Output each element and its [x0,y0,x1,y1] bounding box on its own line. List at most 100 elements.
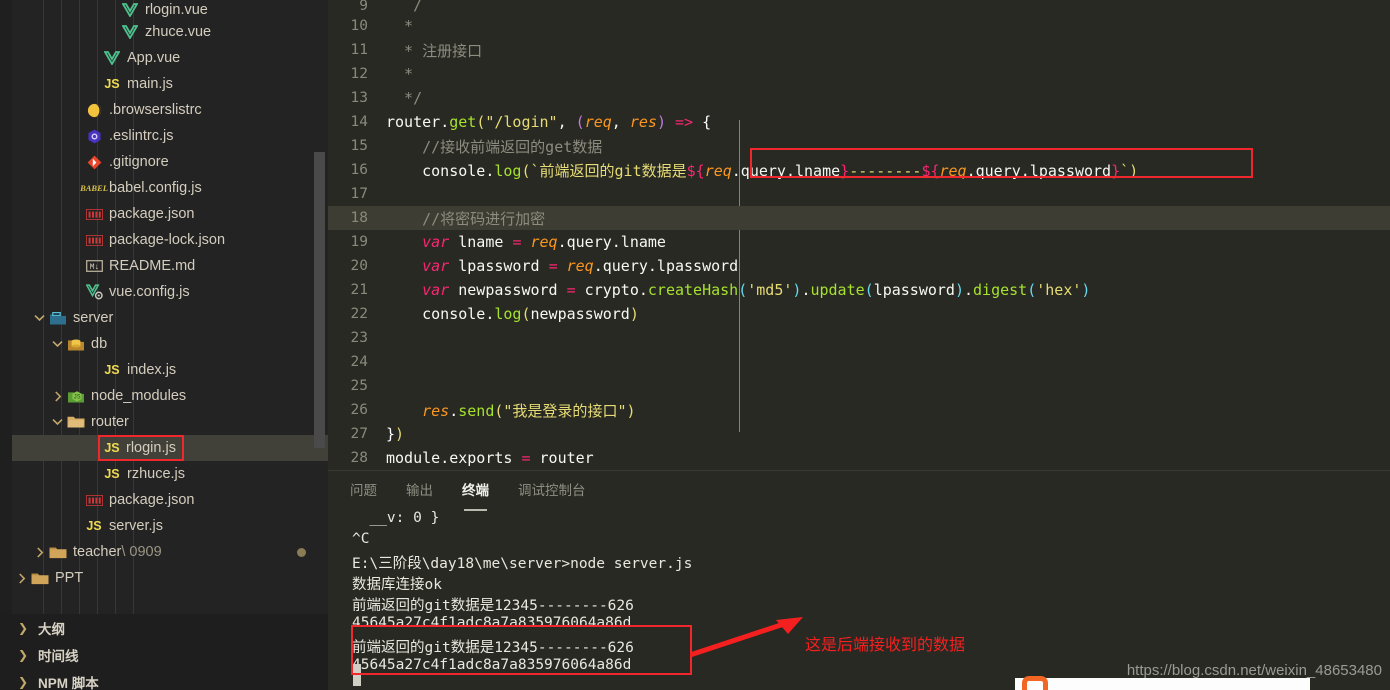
panel-tab-1[interactable]: 输出 [406,479,433,501]
sidebar-section-outline[interactable]: ❯ 大纲 [0,614,328,641]
tree-item-label: rzhuce.js [127,466,186,482]
sidebar-scrollbar[interactable] [314,152,325,448]
tree-item-index-js[interactable]: JS index.js [12,357,328,383]
code-text[interactable]: */ [386,89,422,107]
code-line[interactable]: 28 module.exports = router [328,446,1390,470]
chevron-down-icon[interactable] [31,314,48,322]
js-icon: JS [86,519,102,533]
code-line[interactable]: 27}) [328,422,1390,446]
code-text[interactable]: router.get("/login", (req, res) => { [386,113,711,131]
code-editor[interactable]: 9 /10 * 11 * 注册接口 12 * 13 */14 router.get("… [328,0,1390,470]
code-line[interactable]: 19 var lname = req.query.lname [328,230,1390,254]
chevron-down-icon[interactable] [49,418,66,426]
tree-item-server-js[interactable]: JS server.js [12,513,328,539]
code-content[interactable]: 9 /10 * 11 * 注册接口 12 * 13 */14 router.get("… [328,0,1390,470]
file-tree[interactable]: rlogin.vue zhuce.vue App.vue JS main.js .brow… [12,0,328,591]
code-text[interactable]: //将密码进行加密 [386,208,545,229]
tree-item--browserslistrc[interactable]: .browserslistrc [12,97,328,123]
tree-item-content: package.json [84,491,194,509]
code-line[interactable]: 20 var lpassword = req.query.lpassword [328,254,1390,278]
panel-tab-0[interactable]: 问题 [350,479,377,501]
code-line[interactable]: 11 * 注册接口 [328,38,1390,62]
code-token: * [395,17,423,35]
tree-item-content: JS main.js [102,75,173,93]
code-text[interactable]: * 注册接口 [386,40,482,61]
code-token: => [665,113,703,131]
code-line[interactable]: 15 //接收前端返回的get数据 [328,134,1390,158]
code-text[interactable]: * [386,17,422,35]
chevron-right-icon[interactable] [31,546,48,558]
tree-item-rlogin-js[interactable]: JS rlogin.js [12,435,328,461]
code-line[interactable]: 9 / [328,0,1390,14]
code-line[interactable]: 12 * [328,62,1390,86]
code-text[interactable]: var lpassword = req.query.lpassword [386,257,738,275]
tree-item-teacher[interactable]: teacher \ 0909 [12,539,328,565]
tree-item-package-json[interactable]: package.json [12,487,328,513]
explorer-sidebar[interactable]: rlogin.vue zhuce.vue App.vue JS main.js .brow… [12,0,328,614]
tree-item-package-json[interactable]: package.json [12,201,328,227]
tree-item-app-vue[interactable]: App.vue [12,45,328,71]
code-line[interactable]: 18 //将密码进行加密 [328,206,1390,230]
tree-item-rlogin-vue[interactable]: rlogin.vue [12,0,328,19]
code-text[interactable]: module.exports = router [386,449,594,467]
code-text[interactable]: var newpassword = crypto.createHash('md5… [386,281,1090,299]
code-text[interactable]: / [386,0,422,14]
vue-icon [120,23,140,41]
tree-item-label: package.json [109,492,195,508]
tree-item-main-js[interactable]: JS main.js [12,71,328,97]
terminal-cursor [353,664,361,686]
panel-tab-bar[interactable]: 问题 输出 终端 调试控制台 [328,471,1390,511]
tree-item-router[interactable]: router [12,409,328,435]
code-line[interactable]: 17 [328,182,1390,206]
chevron-down-icon[interactable] [49,340,66,348]
tree-item-label: db [91,336,108,352]
tree-item-babel-config-js[interactable]: BABEL babel.config.js [12,175,328,201]
code-line[interactable]: 26 res.send("我是登录的接口") [328,398,1390,422]
chevron-right-icon[interactable] [13,572,30,584]
code-line[interactable]: 10 * [328,14,1390,38]
code-line[interactable]: 16 console.log(`前端返回的git数据是${req.query.l… [328,158,1390,182]
code-line[interactable]: 24 [328,350,1390,374]
tree-item-ppt[interactable]: PPT [12,565,328,591]
tree-item-node-modules[interactable]: JS node_modules [12,383,328,409]
tree-item-db[interactable]: db [12,331,328,357]
code-text[interactable]: //接收前端返回的get数据 [386,136,602,157]
tree-item-content: package-lock.json [84,231,225,249]
tree-item-content: vue.config.js [84,283,190,301]
code-text[interactable]: res.send("我是登录的接口") [386,400,635,421]
chevron-right-icon[interactable] [49,390,66,402]
code-line[interactable]: 23 [328,326,1390,350]
panel-tab-3[interactable]: 调试控制台 [518,479,586,501]
tree-item-vue-config-js[interactable]: vue.config.js [12,279,328,305]
tree-item-package-lock-json[interactable]: package-lock.json [12,227,328,253]
tree-item-content: M↓ README.md [84,257,195,275]
tree-item--gitignore[interactable]: .gitignore [12,149,328,175]
code-text[interactable]: console.log(`前端返回的git数据是${req.query.lnam… [386,160,1138,181]
code-line[interactable]: 22 console.log(newpassword) [328,302,1390,326]
tree-item-server[interactable]: server [12,305,328,331]
annotation-text: 这是后端接收到的数据 [805,635,966,654]
tree-item--eslintrc-js[interactable]: .eslintrc.js [12,123,328,149]
code-line[interactable]: 13 */ [328,86,1390,110]
tree-item-content: JS rlogin.js [98,435,184,461]
code-text[interactable]: var lname = req.query.lname [386,233,666,251]
code-text[interactable]: console.log(newpassword) [386,305,639,323]
code-token: log [494,161,522,180]
code-line[interactable]: 21 var newpassword = crypto.createHash('… [328,278,1390,302]
code-line[interactable]: 14 router.get("/login", (req, res) => { [328,110,1390,134]
code-text[interactable]: }) [386,425,404,443]
collapsed-sections[interactable]: ❯ 大纲 ❯ 时间线 ❯ NPM 脚本 [0,614,328,690]
code-line[interactable]: 25 [328,374,1390,398]
code-token: ) [395,425,405,443]
tree-item-readme-md[interactable]: M↓ README.md [12,253,328,279]
code-text[interactable]: * [386,65,413,83]
sidebar-section-npm-scripts[interactable]: ❯ NPM 脚本 [0,668,328,690]
panel-tab-2[interactable]: 终端 [462,479,489,511]
tree-item-zhuce-vue[interactable]: zhuce.vue [12,19,328,45]
watermark-url: https://blog.csdn.net/weixin_48653480 [1126,662,1382,679]
sidebar-section-timeline[interactable]: ❯ 时间线 [0,641,328,668]
tree-item-rzhuce-js[interactable]: JS rzhuce.js [12,461,328,487]
bottom-panel[interactable]: 问题 输出 终端 调试控制台 __v: 0 } ^C E:\三阶段\day18\me\se… [328,470,1390,690]
